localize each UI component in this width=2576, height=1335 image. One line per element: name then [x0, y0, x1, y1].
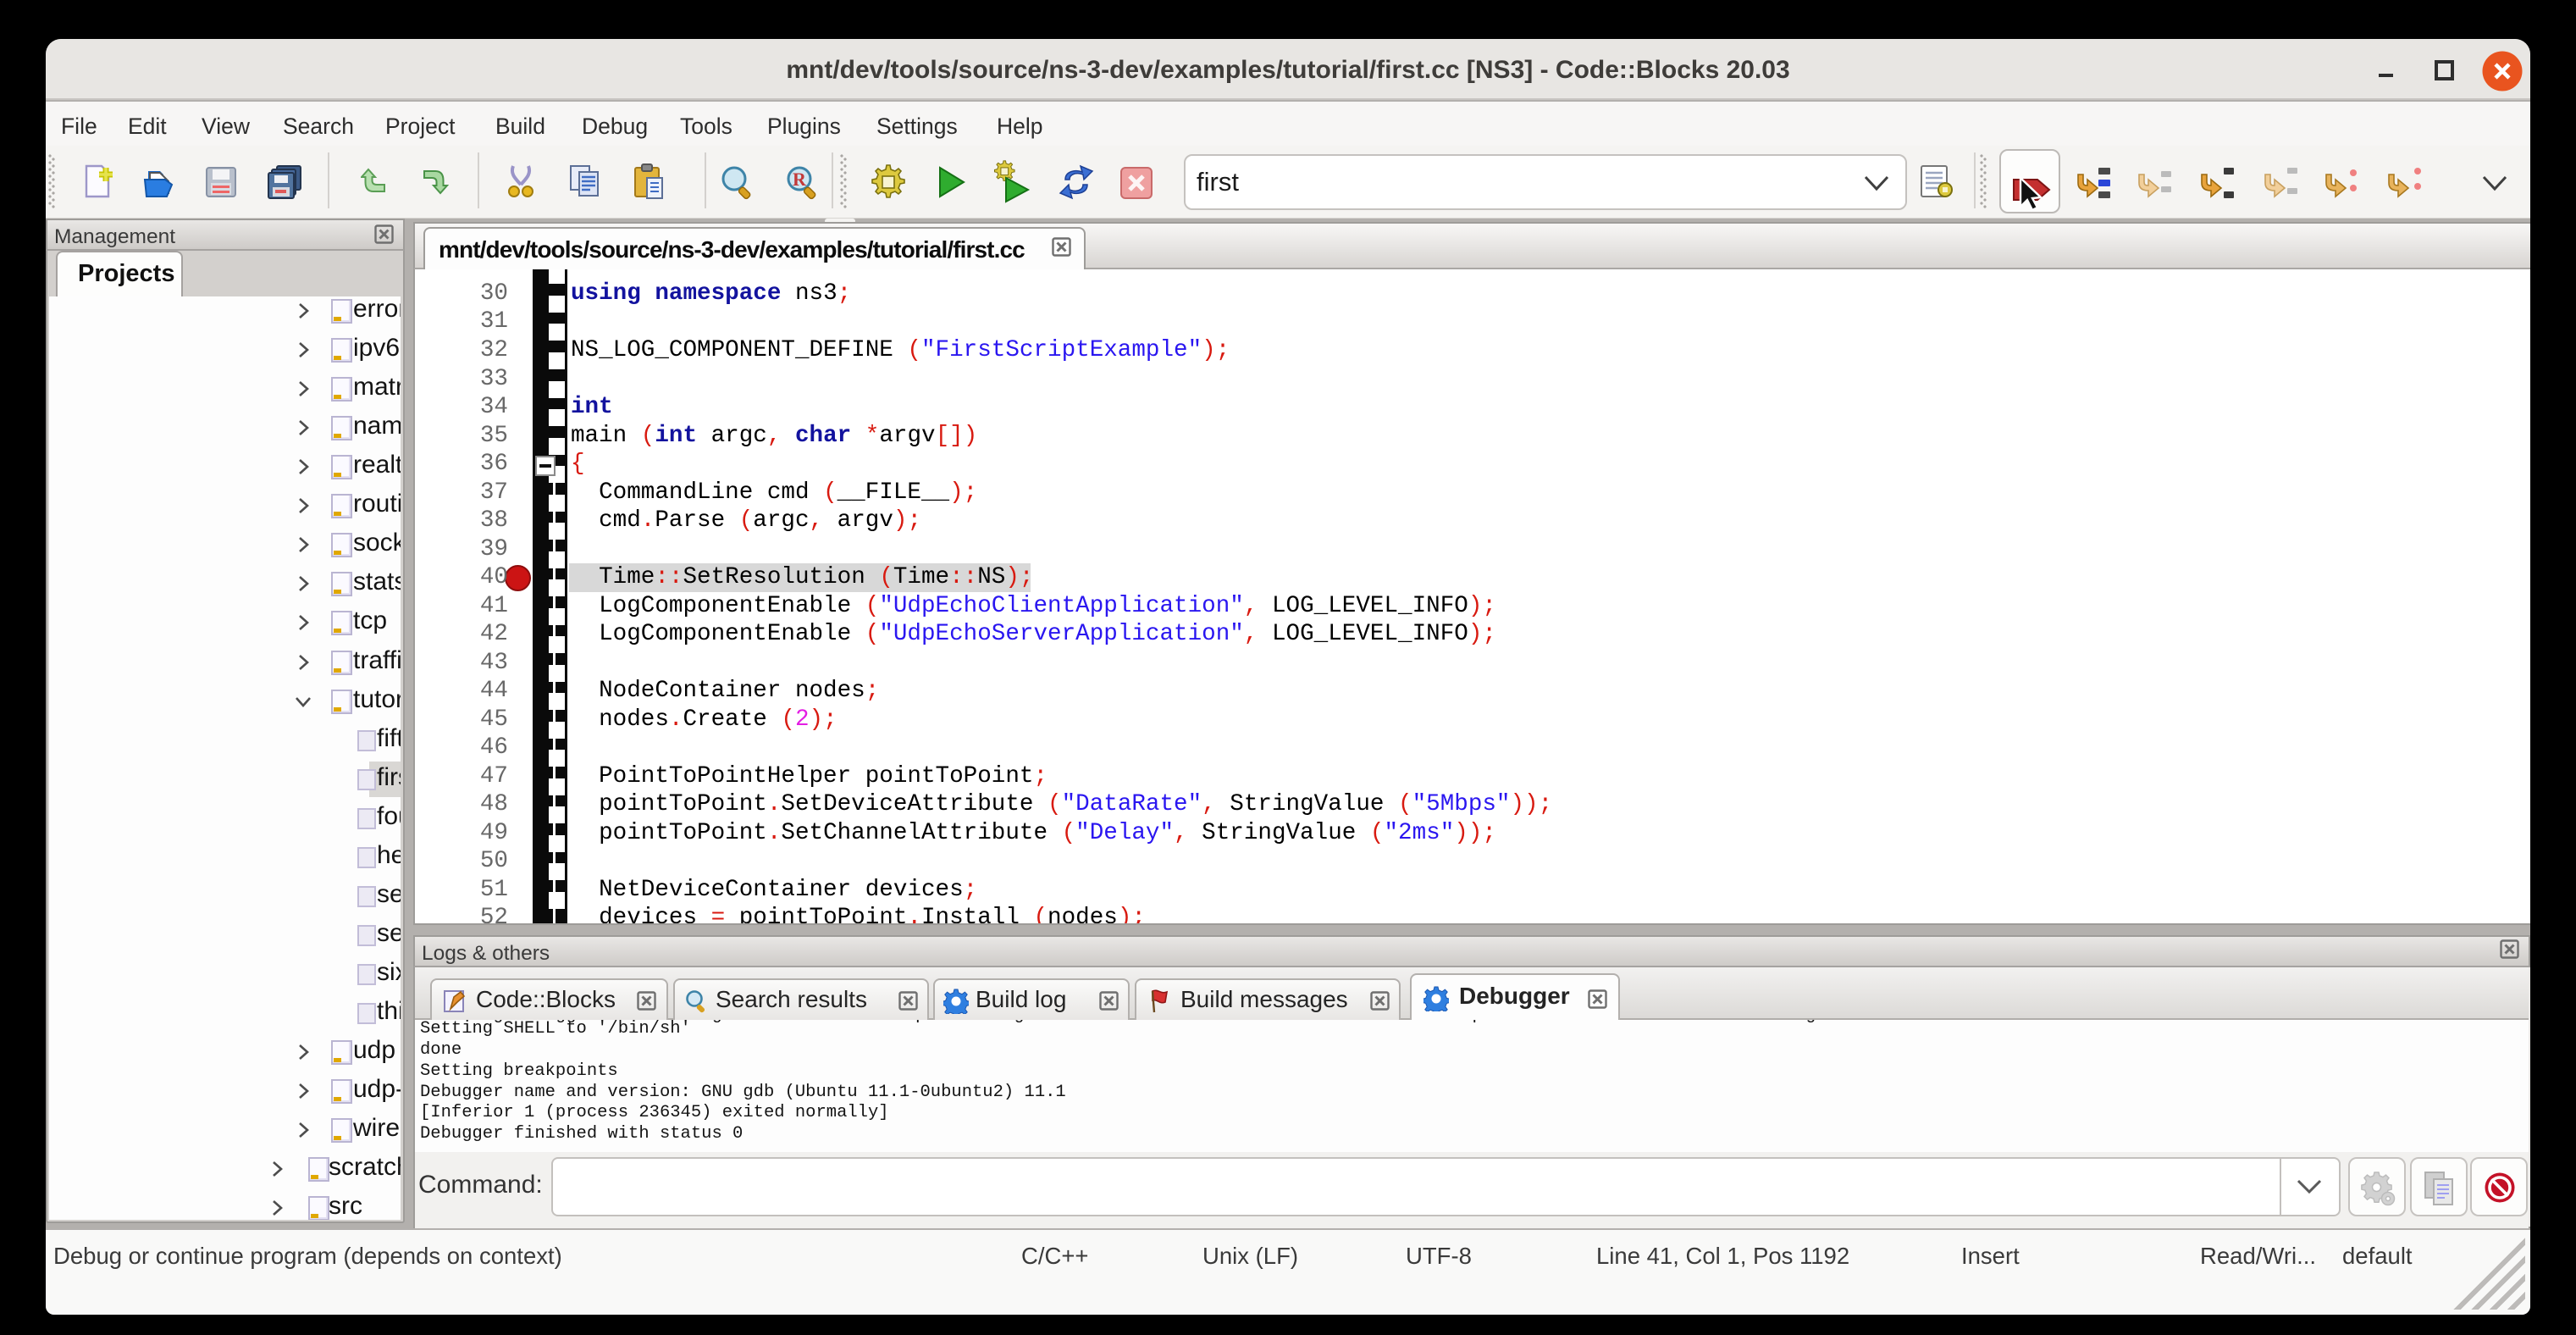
svg-text:R: R	[793, 169, 807, 190]
